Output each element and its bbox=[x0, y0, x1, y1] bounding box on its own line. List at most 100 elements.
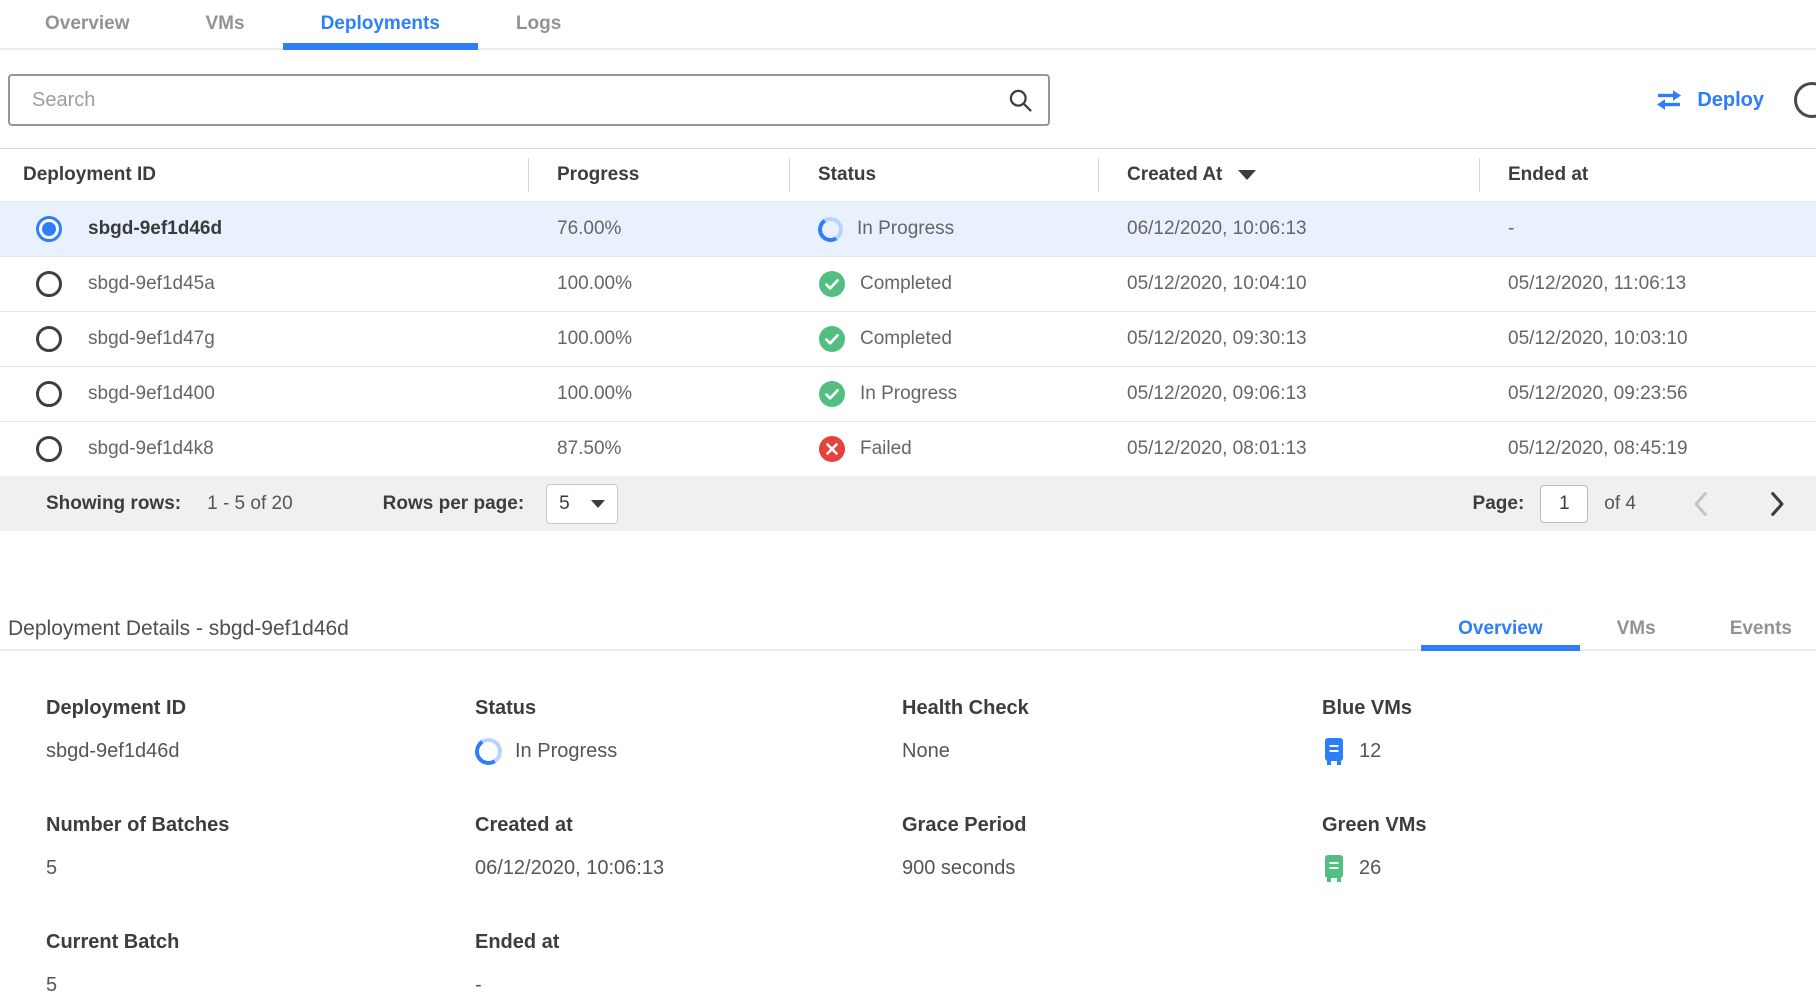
progress-cell: 87.50% bbox=[528, 438, 789, 460]
previous-page-button[interactable] bbox=[1692, 491, 1708, 517]
table-row[interactable]: sbgd-9ef1d4k8 87.50% Failed 05/12/2020, … bbox=[0, 421, 1816, 476]
field-number-of-batches: Number of Batches 5 bbox=[46, 814, 475, 883]
ended-at-cell: - bbox=[1479, 218, 1816, 240]
details-grid: Deployment ID sbgd-9ef1d46d Status In Pr… bbox=[0, 697, 1816, 992]
tab-vms-label: VMs bbox=[206, 13, 245, 35]
field-green-vms: Green VMs 26 bbox=[1322, 814, 1816, 883]
details-tabbar: Overview VMs Events bbox=[1421, 609, 1816, 649]
column-header-status: Status bbox=[789, 149, 1098, 201]
field-ended-at: Ended at - bbox=[475, 931, 902, 992]
rows-per-page-select[interactable]: 5 bbox=[546, 484, 618, 524]
table-header-row: Deployment ID Progress Status Created At… bbox=[0, 148, 1816, 201]
in-progress-spinner-icon bbox=[472, 735, 504, 767]
green-vm-icon bbox=[1322, 854, 1346, 883]
search-input[interactable] bbox=[32, 89, 1006, 112]
deploy-icon bbox=[1654, 89, 1684, 111]
created-at-cell: 05/12/2020, 10:04:10 bbox=[1098, 273, 1479, 295]
deploy-button[interactable]: Deploy bbox=[1654, 89, 1764, 112]
field-grace-period: Grace Period 900 seconds bbox=[902, 814, 1322, 883]
tab-overview-label: Overview bbox=[45, 13, 130, 35]
field-deployment-id: Deployment ID sbgd-9ef1d46d bbox=[46, 697, 475, 766]
status-cell: In Progress bbox=[789, 380, 1098, 408]
completed-check-icon bbox=[818, 325, 846, 353]
next-page-button[interactable] bbox=[1770, 491, 1786, 517]
status-label: In Progress bbox=[860, 383, 957, 405]
tab-deployments-label: Deployments bbox=[321, 13, 440, 35]
progress-cell: 100.00% bbox=[528, 328, 789, 350]
deployment-id-cell: sbgd-9ef1d4k8 bbox=[88, 438, 214, 460]
column-header-progress: Progress bbox=[528, 149, 789, 201]
progress-cell: 76.00% bbox=[528, 218, 789, 240]
deployment-id-cell: sbgd-9ef1d400 bbox=[88, 383, 215, 405]
row-radio-icon[interactable] bbox=[36, 436, 62, 462]
failed-x-icon bbox=[818, 435, 846, 463]
status-cell: Completed bbox=[789, 325, 1098, 353]
created-at-cell: 05/12/2020, 09:06:13 bbox=[1098, 383, 1479, 405]
details-header: Deployment Details - sbgd-9ef1d46d Overv… bbox=[0, 609, 1816, 651]
page-total-label: of 4 bbox=[1604, 493, 1636, 515]
progress-cell: 100.00% bbox=[528, 383, 789, 405]
tab-overview[interactable]: Overview bbox=[7, 0, 168, 48]
status-label: Completed bbox=[860, 328, 952, 350]
details-tab-overview[interactable]: Overview bbox=[1421, 609, 1580, 649]
rows-per-page-value: 5 bbox=[559, 493, 570, 515]
chevron-down-icon bbox=[591, 500, 605, 508]
ended-at-cell: 05/12/2020, 09:23:56 bbox=[1479, 383, 1816, 405]
row-radio-icon[interactable] bbox=[36, 381, 62, 407]
search-icon bbox=[1006, 86, 1034, 114]
deployment-id-cell: sbgd-9ef1d46d bbox=[88, 218, 222, 240]
ended-at-cell: 05/12/2020, 10:03:10 bbox=[1479, 328, 1816, 350]
ended-at-cell: 05/12/2020, 11:06:13 bbox=[1479, 273, 1816, 295]
table-row[interactable]: sbgd-9ef1d45a 100.00% Completed 05/12/20… bbox=[0, 256, 1816, 311]
field-created-at: Created at 06/12/2020, 10:06:13 bbox=[475, 814, 902, 883]
top-tabbar: Overview VMs Deployments Logs bbox=[0, 0, 1816, 50]
field-current-batch: Current Batch 5 bbox=[46, 931, 475, 992]
blue-vm-icon bbox=[1322, 737, 1346, 766]
chevron-right-icon bbox=[1770, 491, 1786, 517]
created-at-cell: 05/12/2020, 09:30:13 bbox=[1098, 328, 1479, 350]
created-at-cell: 05/12/2020, 08:01:13 bbox=[1098, 438, 1479, 460]
row-radio-icon[interactable] bbox=[36, 326, 62, 352]
field-blue-vms: Blue VMs 12 bbox=[1322, 697, 1816, 766]
field-status: Status In Progress bbox=[475, 697, 902, 766]
table-pagination-bar: Showing rows: 1 - 5 of 20 Rows per page:… bbox=[0, 476, 1816, 531]
table-row[interactable]: sbgd-9ef1d47g 100.00% Completed 05/12/20… bbox=[0, 311, 1816, 366]
search-box[interactable] bbox=[8, 74, 1050, 126]
tab-logs-label: Logs bbox=[516, 13, 561, 35]
tab-logs[interactable]: Logs bbox=[478, 0, 599, 48]
toolbar: Deploy bbox=[0, 74, 1816, 126]
deployments-screen: Overview VMs Deployments Logs Deploy Dep… bbox=[0, 0, 1816, 992]
row-radio-icon[interactable] bbox=[36, 271, 62, 297]
table-row[interactable]: sbgd-9ef1d400 100.00% In Progress 05/12/… bbox=[0, 366, 1816, 421]
details-title: Deployment Details - sbgd-9ef1d46d bbox=[8, 617, 349, 641]
ended-at-cell: 05/12/2020, 08:45:19 bbox=[1479, 438, 1816, 460]
progress-cell: 100.00% bbox=[528, 273, 789, 295]
deploy-button-label: Deploy bbox=[1697, 89, 1764, 112]
status-cell: In Progress bbox=[789, 217, 1098, 242]
created-at-cell: 06/12/2020, 10:06:13 bbox=[1098, 218, 1479, 240]
column-header-deployment-id: Deployment ID bbox=[0, 149, 528, 201]
status-cell: Failed bbox=[789, 435, 1098, 463]
status-label: Failed bbox=[860, 438, 912, 460]
refresh-icon[interactable] bbox=[1794, 82, 1816, 118]
column-header-ended-at: Ended at bbox=[1479, 149, 1816, 201]
deployments-table: Deployment ID Progress Status Created At… bbox=[0, 148, 1816, 531]
column-header-created-at[interactable]: Created At bbox=[1098, 149, 1479, 201]
completed-check-icon bbox=[818, 270, 846, 298]
completed-check-icon bbox=[818, 380, 846, 408]
field-health-check: Health Check None bbox=[902, 697, 1322, 766]
sort-desc-icon[interactable] bbox=[1238, 170, 1256, 180]
tab-vms[interactable]: VMs bbox=[168, 0, 283, 48]
details-tab-vms[interactable]: VMs bbox=[1580, 609, 1693, 649]
rows-per-page-label: Rows per page: bbox=[383, 493, 524, 515]
table-row[interactable]: sbgd-9ef1d46d 76.00% In Progress 06/12/2… bbox=[0, 201, 1816, 256]
showing-rows-value: 1 - 5 of 20 bbox=[207, 493, 293, 515]
deployment-id-cell: sbgd-9ef1d47g bbox=[88, 328, 215, 350]
showing-rows-label: Showing rows: bbox=[46, 493, 181, 515]
row-radio-selected-icon[interactable] bbox=[36, 216, 62, 242]
details-tab-events[interactable]: Events bbox=[1693, 609, 1816, 649]
page-input[interactable] bbox=[1540, 485, 1588, 523]
chevron-left-icon bbox=[1692, 491, 1708, 517]
tab-deployments[interactable]: Deployments bbox=[283, 0, 478, 48]
pager: Page: of 4 bbox=[1473, 485, 1786, 523]
